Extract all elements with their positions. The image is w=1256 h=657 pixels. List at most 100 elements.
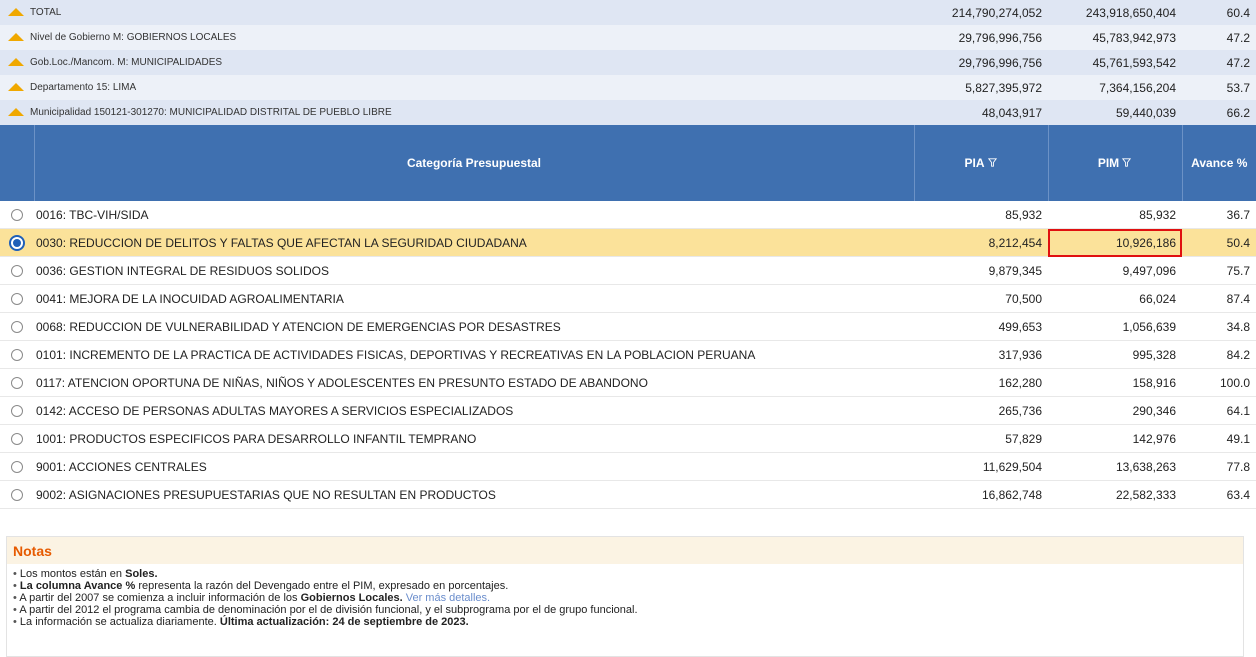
row-radio[interactable]: [11, 293, 23, 306]
row-select-cell[interactable]: [0, 452, 34, 481]
note-text: La información se actualiza diariamente.: [19, 616, 220, 628]
table-header: Categoría Presupuestal PIA PIM Avance %: [0, 125, 1256, 201]
hierarchy-pim: 7,364,156,204: [1048, 75, 1182, 100]
hierarchy-avance: 66.2: [1182, 100, 1256, 125]
hierarchy-pia: 5,827,395,972: [914, 75, 1048, 100]
row-pim: 290,346: [1048, 396, 1182, 425]
row-pia: 162,280: [914, 368, 1048, 397]
row-select-cell[interactable]: [0, 480, 34, 509]
row-pim: 158,916: [1048, 368, 1182, 397]
hierarchy-label-cell[interactable]: Gob.Loc./Mancom. M: MUNICIPALIDADES: [0, 50, 914, 75]
row-radio[interactable]: [11, 265, 23, 278]
collapse-up-icon[interactable]: [8, 33, 24, 42]
row-select-cell[interactable]: [0, 284, 34, 313]
table-row[interactable]: 0101: INCREMENTO DE LA PRACTICA DE ACTIV…: [0, 340, 1256, 369]
hierarchy-label-cell[interactable]: TOTAL: [0, 0, 914, 25]
header-select-col: [0, 125, 34, 201]
hierarchy-pia: 29,796,996,756: [914, 25, 1048, 50]
hierarchy-pia: 48,043,917: [914, 100, 1048, 125]
row-category: 1001: PRODUCTOS ESPECIFICOS PARA DESARRO…: [34, 424, 914, 453]
row-select-cell[interactable]: [0, 256, 34, 285]
table-row[interactable]: 0041: MEJORA DE LA INOCUIDAD AGROALIMENT…: [0, 284, 1256, 313]
table-row[interactable]: 0016: TBC-VIH/SIDA 85,932 85,932 36.7: [0, 201, 1256, 229]
row-category: 0030: REDUCCION DE DELITOS Y FALTAS QUE …: [34, 228, 914, 257]
note-item: A partir del 2007 se comienza a incluir …: [13, 592, 1243, 604]
row-pim: 22,582,333: [1048, 480, 1182, 509]
table-row[interactable]: 0142: ACCESO DE PERSONAS ADULTAS MAYORES…: [0, 396, 1256, 425]
row-pia: 8,212,454: [914, 228, 1048, 257]
hierarchy-avance: 53.7: [1182, 75, 1256, 100]
note-bold: La columna Avance %: [19, 580, 136, 592]
row-select-cell[interactable]: [0, 201, 34, 229]
note-bold: Gobiernos Locales.: [300, 592, 403, 604]
collapse-up-icon[interactable]: [8, 8, 24, 17]
collapse-up-icon[interactable]: [8, 58, 24, 67]
hierarchy-label-cell[interactable]: Municipalidad 150121-301270: MUNICIPALID…: [0, 100, 914, 125]
hierarchy-label-cell[interactable]: Nivel de Gobierno M: GOBIERNOS LOCALES: [0, 25, 914, 50]
row-radio[interactable]: [11, 405, 23, 418]
hierarchy-row[interactable]: Departamento 15: LIMA 5,827,395,972 7,364,…: [0, 75, 1256, 100]
hierarchy-row[interactable]: Gob.Loc./Mancom. M: MUNICIPALIDADES 29,79…: [0, 50, 1256, 75]
table-row[interactable]: 0068: REDUCCION DE VULNERABILIDAD Y ATEN…: [0, 312, 1256, 341]
table-row[interactable]: 0036: GESTION INTEGRAL DE RESIDUOS SOLID…: [0, 256, 1256, 285]
note-text: A partir del 2012 el programa cambia de …: [19, 604, 638, 616]
filter-icon[interactable]: [1121, 157, 1132, 168]
row-category: 0068: REDUCCION DE VULNERABILIDAD Y ATEN…: [34, 312, 914, 341]
row-category: 0041: MEJORA DE LA INOCUIDAD AGROALIMENT…: [34, 284, 914, 313]
hierarchy-row[interactable]: TOTAL 214,790,274,052 243,918,650,404 60.4: [0, 0, 1256, 25]
notes-title: Notas: [7, 537, 1243, 564]
hierarchy-row[interactable]: Municipalidad 150121-301270: MUNICIPALID…: [0, 100, 1256, 125]
hierarchy-pia: 29,796,996,756: [914, 50, 1048, 75]
row-radio[interactable]: [11, 433, 23, 446]
row-pia: 85,932: [914, 201, 1048, 229]
row-select-cell[interactable]: [0, 368, 34, 397]
row-select-cell[interactable]: [0, 340, 34, 369]
budget-table: TOTAL 214,790,274,052 243,918,650,404 60.4 N…: [0, 0, 1256, 509]
collapse-up-icon[interactable]: [8, 83, 24, 92]
row-radio[interactable]: [11, 461, 23, 474]
note-item: La información se actualiza diariamente.…: [13, 616, 1243, 628]
header-category: Categoría Presupuestal: [33, 125, 914, 201]
hierarchy-pim: 45,783,942,973: [1048, 25, 1182, 50]
hierarchy-avance: 60.4: [1182, 0, 1256, 25]
row-select-cell[interactable]: [0, 424, 34, 453]
table-row[interactable]: 1001: PRODUCTOS ESPECIFICOS PARA DESARRO…: [0, 424, 1256, 453]
row-pia: 70,500: [914, 284, 1048, 313]
table-row[interactable]: 9001: ACCIONES CENTRALES 11,629,504 13,638…: [0, 452, 1256, 481]
collapse-up-icon[interactable]: [8, 108, 24, 117]
row-pim: 66,024: [1048, 284, 1182, 313]
row-select-cell[interactable]: [0, 396, 34, 425]
row-pim: 9,497,096: [1048, 256, 1182, 285]
row-radio[interactable]: [11, 209, 23, 222]
row-pia: 16,862,748: [914, 480, 1048, 509]
row-radio[interactable]: [11, 321, 23, 334]
note-bold: Última actualización: 24 de septiembre d…: [219, 616, 469, 628]
table-row[interactable]: 0030: REDUCCION DE DELITOS Y FALTAS QUE …: [0, 228, 1256, 257]
note-text: A partir del 2007 se comienza a incluir …: [19, 592, 301, 604]
row-pia: 9,879,345: [914, 256, 1048, 285]
table-row[interactable]: 0117: ATENCION OPORTUNA DE NIÑAS, NIÑOS …: [0, 368, 1256, 397]
header-pim[interactable]: PIM: [1047, 125, 1182, 201]
hierarchy-label-cell[interactable]: Departamento 15: LIMA: [0, 75, 914, 100]
row-pim: 995,328: [1048, 340, 1182, 369]
row-select-cell[interactable]: [0, 312, 34, 341]
row-radio[interactable]: [11, 489, 23, 502]
row-pim: 10,926,186: [1048, 228, 1182, 257]
row-radio[interactable]: [11, 377, 23, 390]
row-avance: 50.4: [1182, 228, 1256, 257]
row-pim: 13,638,263: [1048, 452, 1182, 481]
row-select-cell[interactable]: [0, 228, 34, 257]
row-radio[interactable]: [9, 234, 25, 251]
row-avance: 77.8: [1182, 452, 1256, 481]
row-pim: 1,056,639: [1048, 312, 1182, 341]
row-category: 0142: ACCESO DE PERSONAS ADULTAS MAYORES…: [34, 396, 914, 425]
table-row[interactable]: 9002: ASIGNACIONES PRESUPUESTARIAS QUE N…: [0, 480, 1256, 509]
filter-icon[interactable]: [987, 157, 998, 168]
hierarchy-pia: 214,790,274,052: [914, 0, 1048, 25]
header-pia-label: PIA: [964, 156, 985, 170]
hierarchy-row[interactable]: Nivel de Gobierno M: GOBIERNOS LOCALES 29…: [0, 25, 1256, 50]
header-pia[interactable]: PIA: [913, 125, 1048, 201]
row-radio[interactable]: [11, 349, 23, 362]
details-link[interactable]: Ver más detalles.: [406, 592, 490, 604]
hierarchy-avance: 47.2: [1182, 25, 1256, 50]
